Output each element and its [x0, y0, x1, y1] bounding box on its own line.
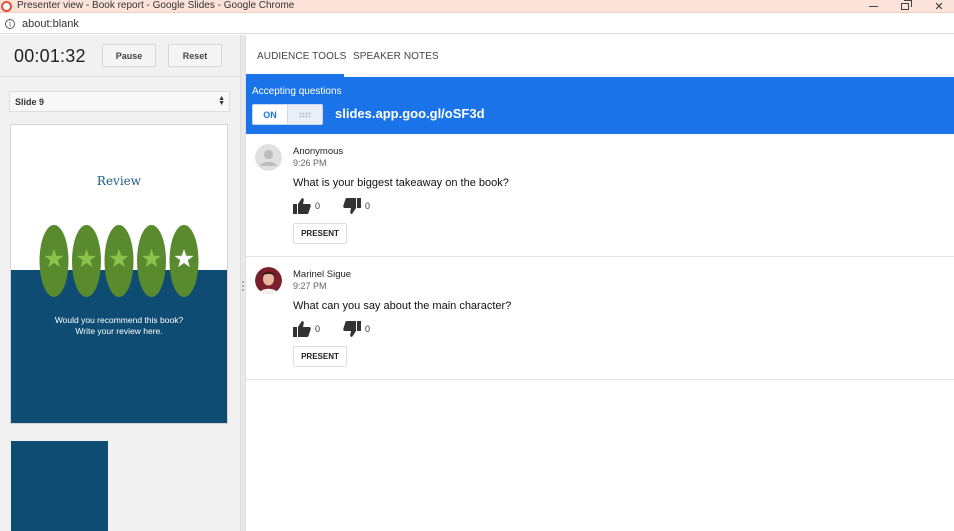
slide-text-line1: Would you recommend this book? — [54, 315, 184, 325]
grip-icon — [299, 111, 311, 118]
upvote-count: 0 — [315, 324, 321, 334]
current-slide-preview[interactable]: Review Would you recommend this book? Wr… — [10, 124, 228, 424]
thumbs-up-icon — [293, 198, 311, 214]
close-button[interactable]: ✕ — [922, 0, 954, 13]
presenter-left-panel: 00:01:32 Pause Reset Slide 9 ▲ ▼ Review W… — [0, 35, 240, 531]
slide-text-line2: Write your review here. — [75, 326, 163, 336]
rating-stars — [39, 225, 199, 297]
thumbs-down-icon — [343, 198, 361, 214]
window-title-bar: Presenter view - Book report - Google Sl… — [0, 0, 954, 13]
default-avatar-icon — [255, 144, 282, 171]
question-author: Anonymous — [293, 146, 344, 157]
url-text[interactable]: about:blank — [22, 18, 79, 30]
minimize-icon — [868, 6, 878, 7]
downvote-button[interactable]: 0 — [343, 321, 370, 337]
chrome-logo-icon — [1, 0, 12, 12]
downvote-button[interactable]: 0 — [343, 198, 370, 214]
present-button[interactable]: PRESENT — [293, 223, 347, 244]
upvote-count: 0 — [315, 201, 321, 211]
question-text: What can you say about the main characte… — [293, 300, 512, 312]
question-time: 9:26 PM — [293, 158, 327, 168]
upvote-button[interactable]: 0 — [293, 198, 320, 214]
pause-button[interactable]: Pause — [102, 44, 156, 67]
toggle-on-label[interactable]: ON — [253, 105, 288, 124]
restore-icon — [901, 0, 912, 10]
minimize-button[interactable] — [856, 0, 890, 13]
close-icon: ✕ — [934, 1, 944, 13]
presenter-right-panel: AUDIENCE TOOLS SPEAKER NOTES Accepting q… — [246, 35, 954, 531]
downvote-count: 0 — [365, 201, 371, 211]
tab-speaker-notes[interactable]: SPEAKER NOTES — [353, 51, 439, 62]
question-text: What is your biggest takeaway on the boo… — [293, 177, 509, 189]
question-time: 9:27 PM — [293, 281, 327, 291]
toggle-off-handle[interactable] — [288, 105, 322, 124]
select-arrows-icon: ▲ ▼ — [218, 95, 225, 107]
address-bar[interactable]: i about:blank — [0, 14, 954, 34]
thumbs-up-icon — [293, 321, 311, 337]
restore-button[interactable] — [888, 0, 922, 13]
resize-handle-icon[interactable] — [242, 281, 244, 291]
timer-row: 00:01:32 Pause Reset — [0, 35, 240, 77]
slide-title: Review — [96, 174, 142, 188]
question-card: Marinel Sigue 9:27 PM What can you say a… — [246, 257, 954, 380]
upvote-button[interactable]: 0 — [293, 321, 320, 337]
question-url[interactable]: slides.app.goo.gl/oSF3d — [335, 106, 485, 121]
accepting-questions-label: Accepting questions — [252, 86, 342, 97]
downvote-count: 0 — [365, 324, 371, 334]
reset-button[interactable]: Reset — [168, 44, 222, 67]
accepting-questions-toggle[interactable]: ON — [252, 104, 323, 125]
info-icon[interactable]: i — [5, 18, 15, 29]
slide-body-text: Would you recommend this book? Write you… — [11, 315, 227, 337]
user-avatar — [255, 267, 282, 294]
question-card: Anonymous 9:26 PM What is your biggest t… — [246, 134, 954, 257]
question-author: Marinel Sigue — [293, 269, 352, 280]
present-button[interactable]: PRESENT — [293, 346, 347, 367]
tab-audience-tools[interactable]: AUDIENCE TOOLS — [257, 51, 346, 62]
questions-banner: Accepting questions ON slides.app.goo.gl… — [246, 77, 954, 134]
next-slide-thumbnail[interactable] — [11, 441, 108, 531]
timer-display: 00:01:32 — [14, 46, 86, 66]
slide-selector-value: Slide 9 — [15, 96, 45, 107]
thumbs-down-icon — [343, 321, 361, 337]
presenter-tabs: AUDIENCE TOOLS SPEAKER NOTES — [246, 35, 954, 77]
slide-selector[interactable]: Slide 9 ▲ ▼ — [9, 91, 230, 112]
window-title: Presenter view - Book report - Google Sl… — [17, 0, 295, 11]
